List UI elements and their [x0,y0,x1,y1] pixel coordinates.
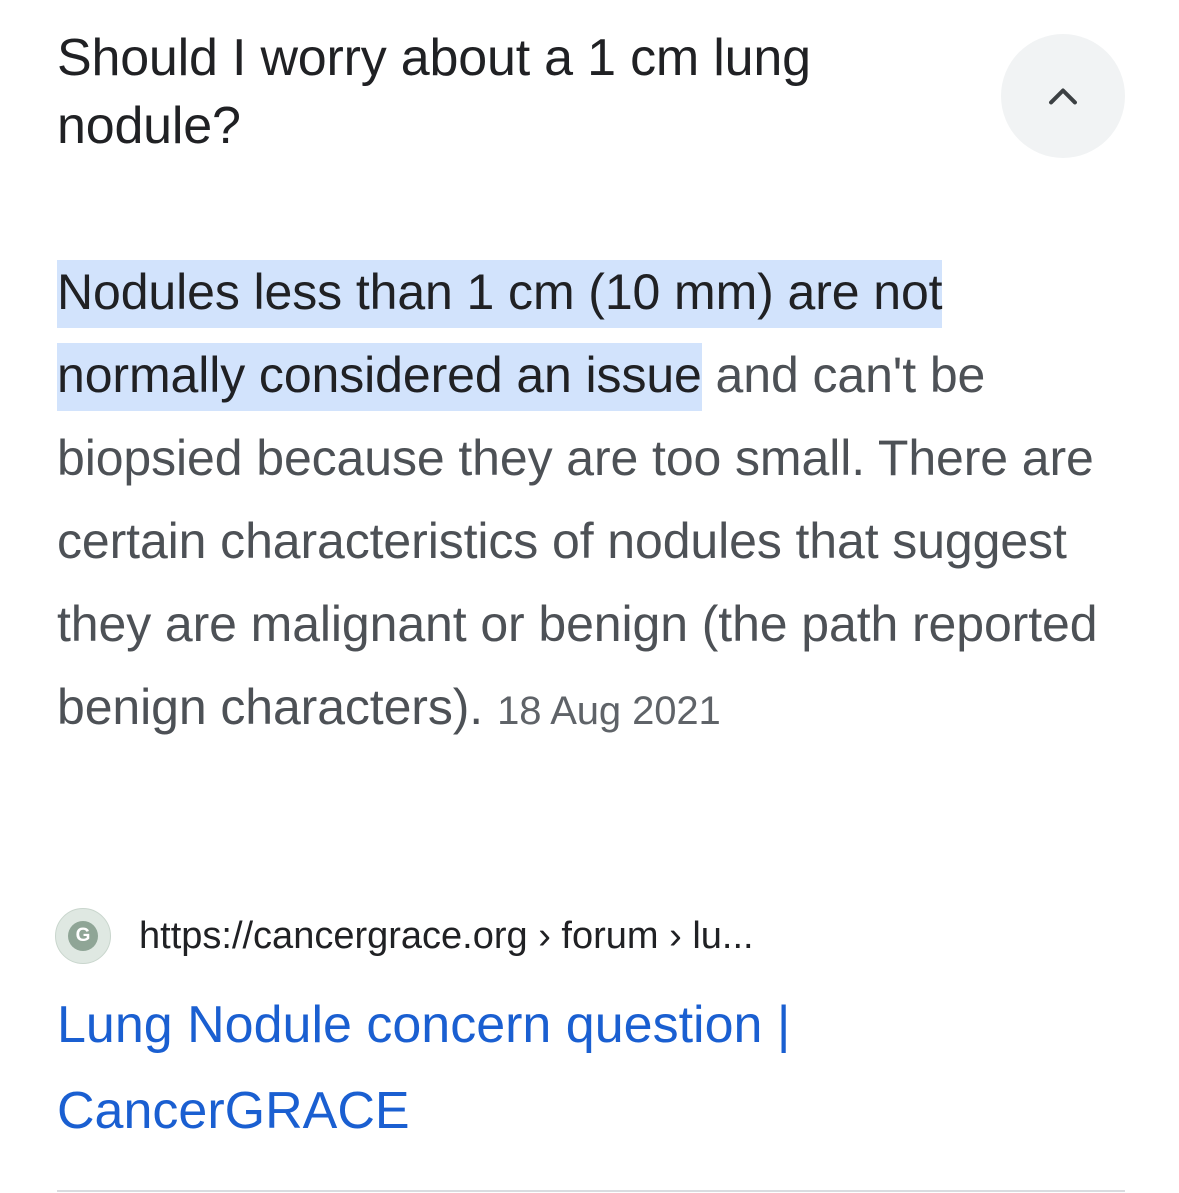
answer-text: Nodules less than 1 cm (10 mm) are not n… [57,251,1137,753]
answer-date: 18 Aug 2021 [497,689,721,733]
chevron-up-icon [1049,88,1077,105]
question-heading[interactable]: Should I worry about a 1 cm lung nodule? [57,24,957,160]
featured-snippet-card: Should I worry about a 1 cm lung nodule?… [0,0,1179,1193]
source-row[interactable]: G https://cancergrace.org › forum › lu..… [55,906,754,966]
site-favicon-icon: G [55,908,111,964]
result-title-link[interactable]: Lung Nodule concern question | CancerGRA… [57,982,1057,1154]
collapse-button[interactable] [1001,34,1125,158]
source-url[interactable]: https://cancergrace.org › forum › lu... [139,915,754,958]
favicon-letter: G [68,921,98,951]
divider [57,1190,1125,1192]
